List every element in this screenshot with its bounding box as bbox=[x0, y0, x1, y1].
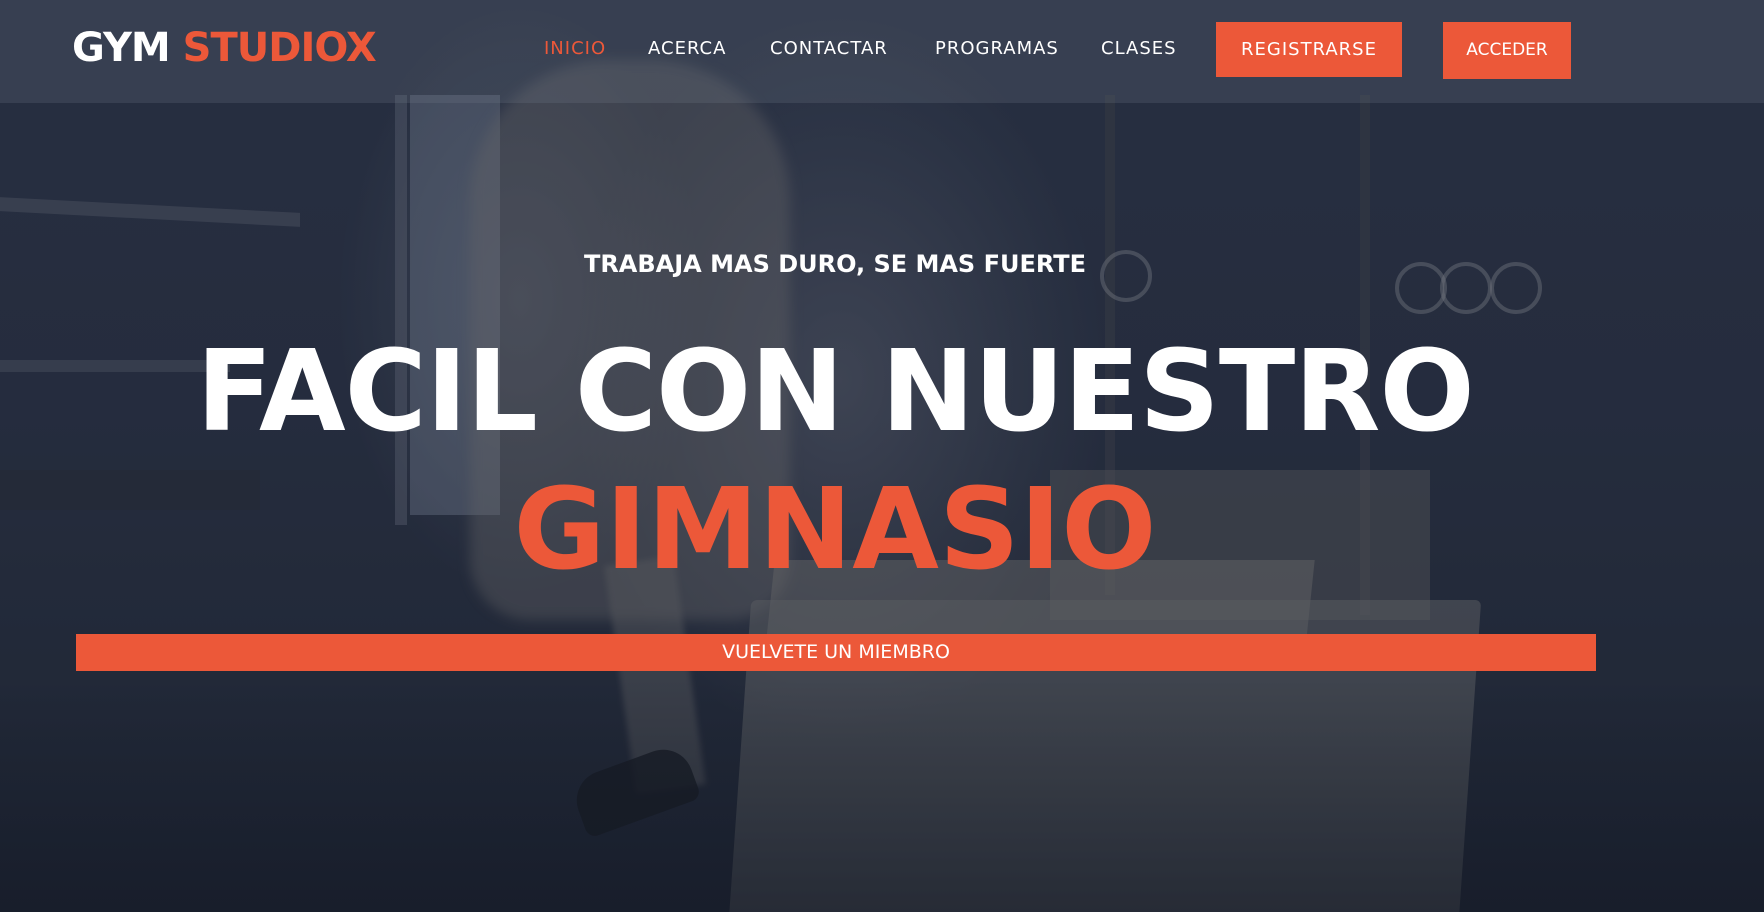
hero-headline: FACIL CON NUESTRO bbox=[196, 327, 1474, 457]
hero-tagline: TRABAJA MAS DURO, SE MAS FUERTE bbox=[583, 250, 1087, 278]
register-button[interactable]: REGISTRARSE bbox=[1216, 22, 1402, 77]
nav-item-contactar[interactable]: CONTACTAR bbox=[770, 38, 888, 59]
page: GYM STUDIOX INICIO ACERCA CONTACTAR PROG… bbox=[0, 0, 1764, 912]
hero-headline-accent: GIMNASIO bbox=[513, 465, 1157, 595]
nav-item-programas[interactable]: PROGRAMAS bbox=[935, 38, 1059, 59]
become-member-button[interactable]: VUELVETE UN MIEMBRO bbox=[76, 634, 1596, 671]
nav-item-acerca[interactable]: ACERCA bbox=[648, 38, 726, 59]
site-header: GYM STUDIOX INICIO ACERCA CONTACTAR PROG… bbox=[0, 0, 1764, 103]
login-button[interactable]: ACCEDER bbox=[1443, 22, 1571, 79]
nav-item-clases[interactable]: CLASES bbox=[1101, 38, 1177, 59]
nav-item-inicio[interactable]: INICIO bbox=[544, 38, 606, 59]
